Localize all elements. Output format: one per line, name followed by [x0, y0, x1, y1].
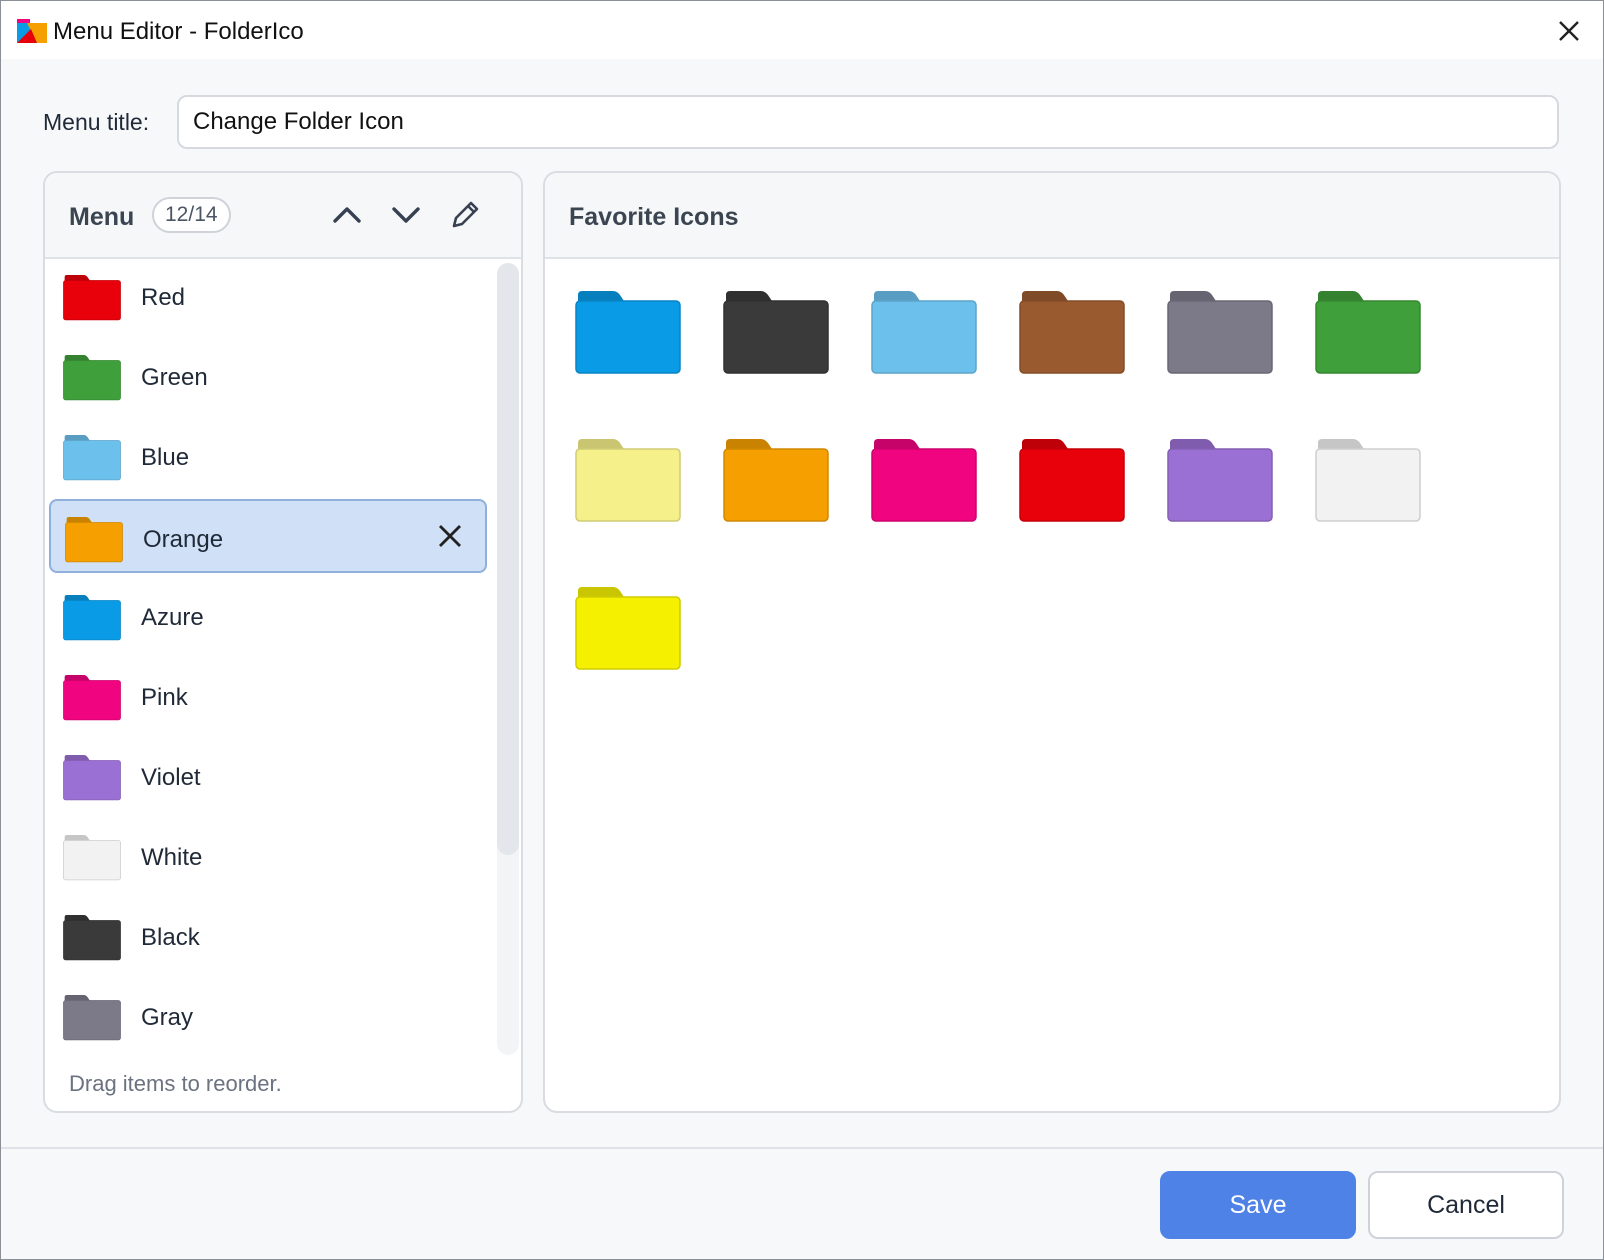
favorite-icons-title: Favorite Icons — [569, 203, 739, 231]
menu-item-gray[interactable]: Gray — [49, 979, 487, 1053]
favorite-folder-icon[interactable] — [1167, 439, 1273, 523]
reorder-hint: Drag items to reorder. — [69, 1071, 282, 1096]
favorite-folder-icon[interactable] — [871, 439, 977, 523]
folder-icon — [63, 675, 121, 721]
menu-item-label: Orange — [143, 526, 224, 553]
menu-item-violet[interactable]: Violet — [49, 739, 487, 813]
menu-item-azure[interactable]: Azure — [49, 579, 487, 653]
favorite-folder-icon[interactable] — [1019, 291, 1125, 375]
cancel-button[interactable]: Cancel — [1368, 1171, 1564, 1239]
menu-item-label: Violet — [141, 764, 201, 791]
chevron-up-icon[interactable] — [329, 197, 365, 233]
pencil-icon[interactable] — [447, 197, 483, 233]
favorite-folder-icon[interactable] — [575, 291, 681, 375]
menu-editor-window: Menu Editor - FolderIco Menu title: Menu… — [0, 0, 1604, 1260]
dialog-footer: Save Cancel — [1, 1147, 1603, 1259]
favorite-folder-icon[interactable] — [1315, 291, 1421, 375]
folder-icon — [63, 915, 121, 961]
favorite-folder-icon[interactable] — [1019, 439, 1125, 523]
menu-item-label: White — [141, 844, 203, 871]
menu-panel-title: Menu — [69, 203, 135, 231]
close-icon[interactable] — [1553, 15, 1585, 47]
menu-item-label: Gray — [141, 1004, 194, 1031]
folder-icon — [63, 435, 121, 481]
menu-item-label: Blue — [141, 444, 190, 471]
folder-icon — [63, 835, 121, 881]
menu-title-label: Menu title: — [43, 109, 150, 135]
menu-item-label: Azure — [141, 604, 204, 631]
menu-item-label: Black — [141, 924, 200, 951]
menu-title-input[interactable] — [177, 95, 1559, 149]
menu-item-black[interactable]: Black — [49, 899, 487, 973]
menu-item-label: Pink — [141, 684, 188, 711]
menu-item-label: Red — [141, 284, 186, 311]
favorite-folder-icon[interactable] — [723, 291, 829, 375]
remove-item-icon[interactable] — [435, 521, 465, 551]
favorite-icons-header: Favorite Icons — [545, 173, 1559, 259]
favorite-icons-panel: Favorite Icons — [543, 171, 1561, 1113]
menu-scrollbar-thumb[interactable] — [497, 263, 519, 855]
favorite-folder-icon[interactable] — [1167, 291, 1273, 375]
favorite-folder-icon[interactable] — [575, 439, 681, 523]
folder-icon — [63, 595, 121, 641]
chevron-down-icon[interactable] — [388, 197, 424, 233]
favorite-folder-icon[interactable] — [1315, 439, 1421, 523]
menu-count-badge: 12/14 — [152, 197, 231, 233]
folder-icon — [63, 755, 121, 801]
menu-panel: Menu 12/14 Red Green Blue Orange Azure Pink Vi… — [43, 171, 523, 1113]
folder-icon — [65, 517, 123, 563]
menu-item-orange[interactable]: Orange — [49, 499, 487, 573]
favorite-folder-icon[interactable] — [575, 587, 681, 671]
save-button[interactable]: Save — [1160, 1171, 1356, 1239]
menu-item-label: Green — [141, 364, 208, 391]
menu-scrollbar[interactable] — [497, 263, 519, 1055]
menu-panel-header: Menu 12/14 — [45, 173, 521, 259]
title-bar: Menu Editor - FolderIco — [1, 1, 1603, 59]
favorite-folder-icon[interactable] — [723, 439, 829, 523]
folder-icon — [63, 355, 121, 401]
window-title: Menu Editor - FolderIco — [53, 18, 304, 45]
menu-item-red[interactable]: Red — [49, 259, 487, 333]
folder-icon — [63, 995, 121, 1041]
favorite-folder-icon[interactable] — [871, 291, 977, 375]
menu-item-green[interactable]: Green — [49, 339, 487, 413]
menu-item-blue[interactable]: Blue — [49, 419, 487, 493]
folderico-app-icon — [17, 19, 47, 43]
menu-item-pink[interactable]: Pink — [49, 659, 487, 733]
folder-icon — [63, 275, 121, 321]
menu-item-white[interactable]: White — [49, 819, 487, 893]
